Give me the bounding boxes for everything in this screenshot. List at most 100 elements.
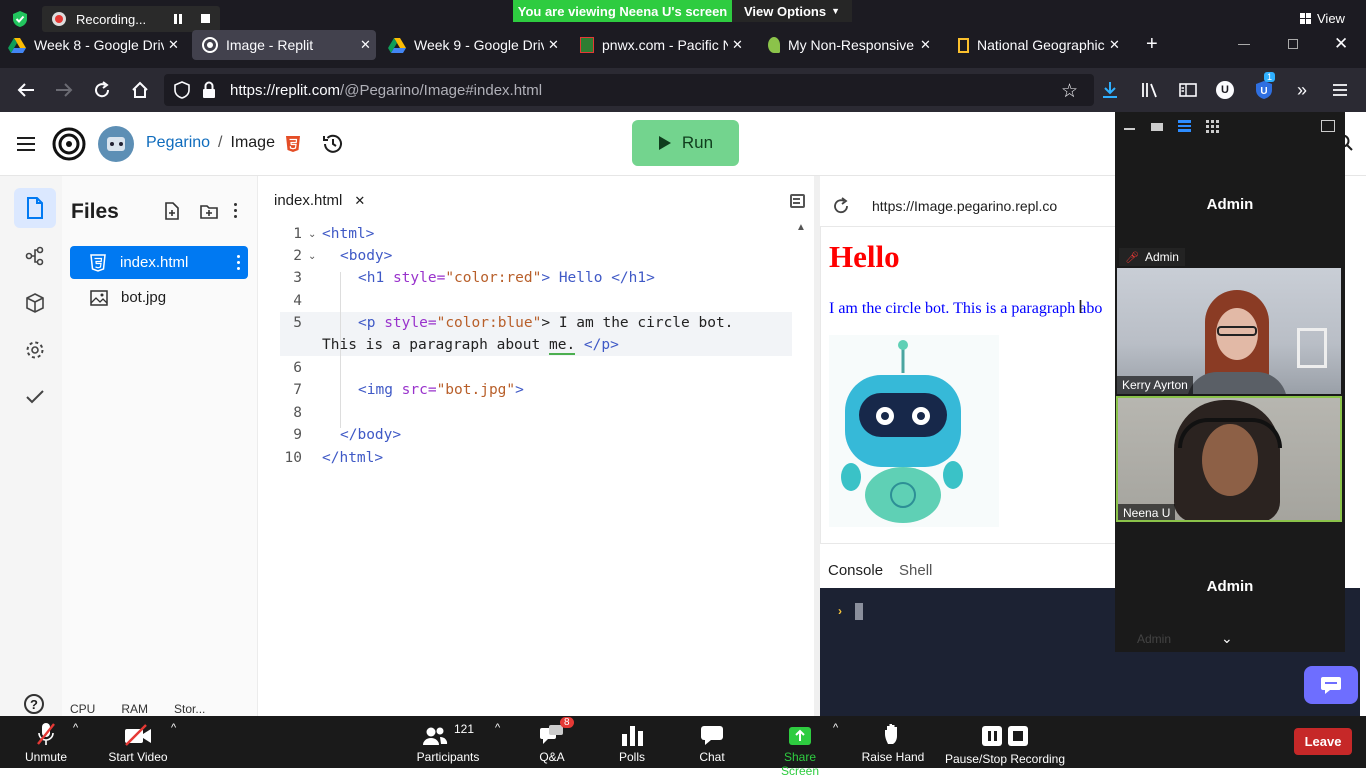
downloads-icon[interactable] <box>1098 78 1122 102</box>
audio-options-chevron-icon[interactable]: ^ <box>73 722 78 734</box>
minimize-window-icon[interactable] <box>1238 44 1250 45</box>
tab-natgeo[interactable]: National Geographic K ✕ <box>958 30 1128 60</box>
tab-console[interactable]: Console <box>828 562 883 579</box>
replit-logo-icon[interactable] <box>52 127 86 161</box>
gallery-view-icon[interactable] <box>1206 120 1219 133</box>
packages-icon[interactable] <box>14 283 56 323</box>
forward-icon[interactable] <box>52 78 76 102</box>
close-tab-icon[interactable]: ✕ <box>1109 37 1120 53</box>
user-avatar[interactable] <box>98 126 134 162</box>
polls-button[interactable]: Polls <box>610 720 654 764</box>
overflow-chevron-icon[interactable]: » <box>1290 78 1314 102</box>
close-tab-icon[interactable]: ✕ <box>548 37 559 53</box>
url-text: https://replit.com/@Pegarino/Image#index… <box>230 82 542 99</box>
menu-icon[interactable] <box>1328 78 1352 102</box>
pause-icon[interactable] <box>982 726 1002 746</box>
run-button[interactable]: Run <box>632 120 739 166</box>
participant-video-kerry[interactable]: Kerry Ayrton <box>1117 268 1341 394</box>
refresh-preview-icon[interactable] <box>832 197 850 215</box>
new-tab-icon[interactable]: + <box>1146 34 1158 54</box>
stop-icon[interactable] <box>1008 726 1028 746</box>
editor-tab-index-html[interactable]: index.html ✕ <box>274 192 365 209</box>
repl-name[interactable]: Image <box>231 134 275 152</box>
pause-recording-icon[interactable] <box>174 14 182 24</box>
tab-image-replit[interactable]: Image - Replit ✕ <box>192 30 376 60</box>
line-number: 4 <box>293 293 302 309</box>
close-tab-icon[interactable]: ✕ <box>360 37 371 53</box>
leave-button[interactable]: Leave <box>1294 728 1352 755</box>
new-file-icon[interactable] <box>164 202 180 220</box>
new-folder-icon[interactable] <box>200 203 218 219</box>
feedback-chat-icon[interactable] <box>1304 666 1358 704</box>
preview-url[interactable]: https://Image.pegarino.repl.co <box>872 198 1057 214</box>
scroll-down-chevron-icon[interactable]: ⌄ <box>1221 630 1233 647</box>
restore-window-icon[interactable] <box>1288 39 1298 49</box>
lock-icon[interactable] <box>202 81 216 99</box>
files-tool-icon[interactable] <box>14 188 56 228</box>
repl-owner-link[interactable]: Pegarino <box>146 134 210 152</box>
close-tab-icon[interactable]: ✕ <box>354 193 365 209</box>
hamburger-icon[interactable] <box>16 136 36 152</box>
code-token: > Hello </h1> <box>541 270 655 286</box>
fold-chevron-icon[interactable]: ⌄ <box>308 251 316 262</box>
tab-week8-drive[interactable]: Week 8 - Google Drive ✕ <box>8 30 188 60</box>
view-button[interactable]: View <box>1300 6 1345 30</box>
strip-view-icon[interactable] <box>1178 120 1191 133</box>
qa-button[interactable]: Q&A 8 <box>530 717 574 764</box>
raise-hand-button[interactable]: Raise Hand <box>860 720 926 764</box>
share-options-chevron-icon[interactable]: ^ <box>833 722 838 734</box>
close-tab-icon[interactable]: ✕ <box>920 37 931 53</box>
close-window-icon[interactable]: ✕ <box>1334 34 1348 54</box>
video-options-chevron-icon[interactable]: ^ <box>171 722 176 734</box>
file-item-index-html[interactable]: index.html <box>70 246 248 279</box>
sidebar-icon[interactable] <box>1176 78 1200 102</box>
participant-tile-admin-2[interactable]: Admin <box>1115 536 1345 636</box>
grid-view-icon <box>1300 12 1311 24</box>
tab-week9-drive[interactable]: Week 9 - Google Drive ✕ <box>388 30 568 60</box>
pause-stop-recording-button[interactable]: Pause/Stop Recording <box>944 720 1066 766</box>
ublock-icon[interactable]: U 1 <box>1252 72 1276 102</box>
file-item-bot-jpg[interactable]: bot.jpg <box>70 281 248 314</box>
participant-video-neena[interactable]: Neena U <box>1116 396 1342 522</box>
checkmark-icon[interactable] <box>14 377 56 417</box>
settings-gear-icon[interactable] <box>14 330 56 370</box>
code-editor[interactable]: 1 2 3 4 5 6 7 8 9 10 ⌄ ⌄ ▲ <html> <body>… <box>264 218 814 596</box>
help-button[interactable]: ? <box>24 694 44 714</box>
minimize-panel-icon[interactable] <box>1124 128 1135 130</box>
participant-tile-admin[interactable]: Admin <box>1115 152 1345 256</box>
tracking-shield-icon[interactable] <box>174 81 190 99</box>
stop-recording-icon[interactable] <box>201 14 210 23</box>
history-icon[interactable] <box>322 133 344 155</box>
google-drive-icon <box>388 37 406 53</box>
view-options-button[interactable]: View Options ▼ <box>732 0 852 22</box>
version-control-icon[interactable] <box>14 236 56 276</box>
robot-avatar-icon <box>107 137 125 151</box>
participants-button[interactable]: 121 Participants <box>414 720 482 764</box>
start-video-button[interactable]: Start Video <box>104 720 172 764</box>
chat-button[interactable]: Chat <box>690 720 734 764</box>
tab-shell[interactable]: Shell <box>899 562 932 579</box>
library-icon[interactable] <box>1138 78 1162 102</box>
close-tab-icon[interactable]: ✕ <box>732 37 743 53</box>
close-tab-icon[interactable]: ✕ <box>168 37 179 53</box>
scroll-up-icon[interactable]: ▲ <box>796 222 806 233</box>
exit-fullscreen-icon[interactable] <box>1321 120 1335 132</box>
url-bar[interactable]: https://replit.com/@Pegarino/Image#index… <box>164 74 1094 106</box>
files-more-icon[interactable] <box>234 203 237 218</box>
tab-pnwx[interactable]: pnwx.com - Pacific Nor ✕ <box>580 30 752 60</box>
home-icon[interactable] <box>128 78 152 102</box>
participants-options-chevron-icon[interactable]: ^ <box>495 722 500 734</box>
muted-mic-icon: 🎤︎ <box>1125 251 1139 264</box>
account-icon[interactable]: U <box>1213 78 1237 102</box>
fold-chevron-icon[interactable]: ⌄ <box>308 229 316 240</box>
file-options-icon[interactable] <box>237 255 240 270</box>
speaker-view-icon[interactable] <box>1151 123 1163 131</box>
unmute-button[interactable]: Unmute <box>18 720 74 764</box>
code-token: <img <box>358 382 393 398</box>
share-screen-button[interactable]: Share Screen <box>764 720 836 778</box>
bookmark-star-icon[interactable]: ☆ <box>1061 80 1078 103</box>
editor-layout-icon[interactable] <box>790 194 805 208</box>
tab-non-responsive[interactable]: My Non-Responsive W ✕ <box>768 30 940 60</box>
back-icon[interactable] <box>14 78 38 102</box>
reload-icon[interactable] <box>90 78 114 102</box>
